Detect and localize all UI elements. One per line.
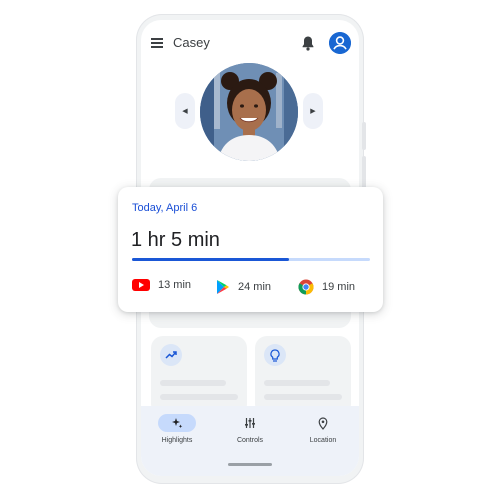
home-indicator[interactable] [228, 463, 272, 466]
chevron-left-icon: ◀ [182, 108, 188, 115]
trending-up-icon [160, 344, 182, 366]
app-time: 19 min [322, 281, 356, 293]
phone-side-button [362, 122, 366, 150]
tile-placeholder-line [160, 394, 238, 400]
nav-label: Location [309, 437, 337, 444]
location-pin-icon [318, 416, 328, 430]
app-usage-chrome[interactable]: 19 min [298, 279, 355, 295]
tile-placeholder-line [264, 394, 342, 400]
nav-highlights[interactable]: Highlights [147, 414, 207, 444]
youtube-icon [132, 279, 150, 291]
previous-child-button[interactable]: ◀ [175, 93, 195, 129]
app-usage-google-play[interactable]: 24 min [216, 279, 271, 295]
app-time: 13 min [158, 279, 192, 291]
tile-placeholder-line [264, 380, 330, 386]
tips-tile[interactable] [255, 336, 351, 416]
google-play-icon [217, 280, 229, 294]
app-time: 24 min [238, 281, 272, 293]
insights-tile[interactable] [151, 336, 247, 416]
child-name: Casey [173, 35, 210, 50]
nav-location[interactable]: Location [293, 414, 353, 444]
child-profile-photo [200, 63, 298, 161]
sparkle-icon [172, 418, 183, 429]
lightbulb-icon [264, 344, 286, 366]
screen-time-progress-bar [132, 258, 370, 261]
account-icon[interactable] [329, 32, 351, 54]
tile-placeholder-line [160, 380, 226, 386]
chevron-right-icon: ▶ [310, 108, 316, 115]
app-usage-youtube[interactable]: 13 min [132, 279, 191, 291]
bell-icon[interactable] [301, 35, 315, 51]
progress-fill [132, 258, 290, 261]
screen-time-card[interactable]: Today, April 6 1 hr 5 min 13 min 24 min … [118, 187, 383, 312]
sliders-icon [245, 418, 255, 428]
nav-label: Highlights [161, 437, 193, 444]
nav-controls[interactable]: Controls [220, 414, 280, 444]
menu-icon[interactable] [151, 38, 163, 48]
chrome-icon [298, 279, 314, 295]
next-child-button[interactable]: ▶ [303, 93, 323, 129]
nav-label: Controls [236, 437, 264, 444]
total-screen-time: 1 hr 5 min [131, 229, 220, 251]
usage-date: Today, April 6 [132, 202, 198, 214]
